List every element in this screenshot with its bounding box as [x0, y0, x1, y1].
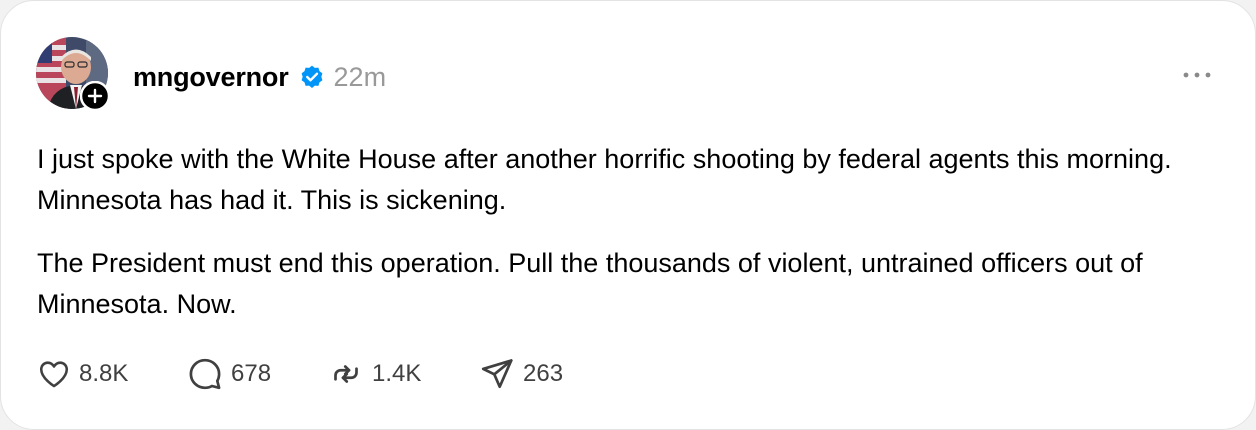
share-count: 263 [523, 360, 564, 387]
avatar-container[interactable] [36, 37, 110, 111]
heart-icon [39, 361, 69, 388]
reply-button[interactable]: 678 [187, 356, 271, 392]
post-paragraph: I just spoke with the White House after … [37, 144, 1172, 215]
post-header: mngovernor 22m [133, 57, 386, 97]
post-paragraph: The President must end this operation. P… [37, 248, 1143, 319]
post-card: mngovernor 22m I just spoke with the Whi… [0, 0, 1256, 430]
repost-button[interactable]: 1.4K [328, 356, 421, 392]
username[interactable]: mngovernor [133, 62, 289, 93]
reply-count: 678 [231, 360, 272, 387]
timestamp: 22m [333, 61, 387, 92]
post-body: I just spoke with the White House after … [37, 139, 1227, 347]
share-button[interactable]: 263 [479, 356, 563, 392]
repost-count: 1.4K [372, 360, 422, 387]
follow-plus-icon[interactable] [80, 81, 110, 111]
send-icon [481, 359, 513, 389]
like-count: 8.8K [79, 360, 129, 387]
comment-icon [189, 358, 221, 390]
repost-icon [334, 365, 358, 383]
verified-badge-icon [301, 65, 322, 88]
more-horizontal-icon[interactable] [1177, 65, 1217, 85]
like-button[interactable]: 8.8K [37, 356, 128, 392]
